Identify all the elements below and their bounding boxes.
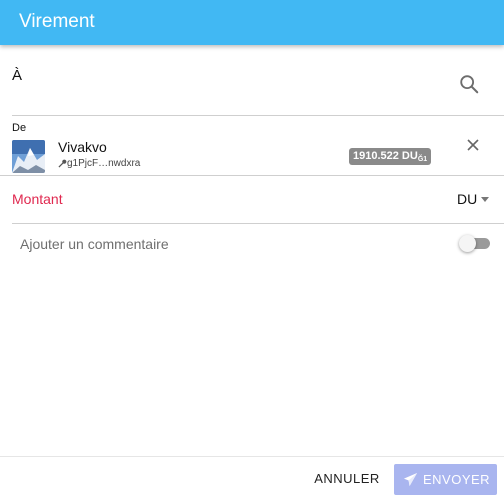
recipient-field[interactable]: À	[0, 45, 504, 115]
send-label: ENVOYER	[423, 472, 491, 487]
source-label: De	[12, 122, 27, 134]
comment-toggle-knob[interactable]	[459, 235, 476, 252]
cancel-button[interactable]: ANNULER	[310, 464, 384, 494]
balance-amount: 1910.522 DU	[353, 150, 418, 162]
account-public-key: g1PjcF…nwdxra	[67, 158, 141, 169]
app-header: Virement	[0, 0, 504, 45]
chevron-down-icon[interactable]	[481, 197, 489, 202]
balance-badge: 1910.522 DUĞ1	[349, 148, 432, 165]
key-icon	[58, 159, 67, 168]
unit-select[interactable]: DU	[457, 191, 477, 207]
recipient-label: À	[12, 67, 23, 84]
send-button[interactable]: ENVOYER	[394, 464, 497, 495]
account-name: Vivakvo	[58, 139, 107, 155]
page-title: Virement	[19, 11, 95, 32]
currency-subscript: Ğ1	[417, 156, 428, 163]
source-account[interactable]: De Vivakvo g1PjcF…nwdxra 1910.522 DUĞ1	[0, 115, 504, 175]
search-icon[interactable]	[458, 73, 480, 95]
close-icon[interactable]	[466, 138, 480, 152]
amount-underline	[12, 223, 504, 224]
send-icon	[403, 472, 418, 487]
divider	[0, 175, 504, 176]
comment-toggle-label: Ajouter un commentaire	[20, 236, 169, 252]
avatar	[12, 140, 45, 173]
amount-label: Montant	[12, 191, 63, 207]
